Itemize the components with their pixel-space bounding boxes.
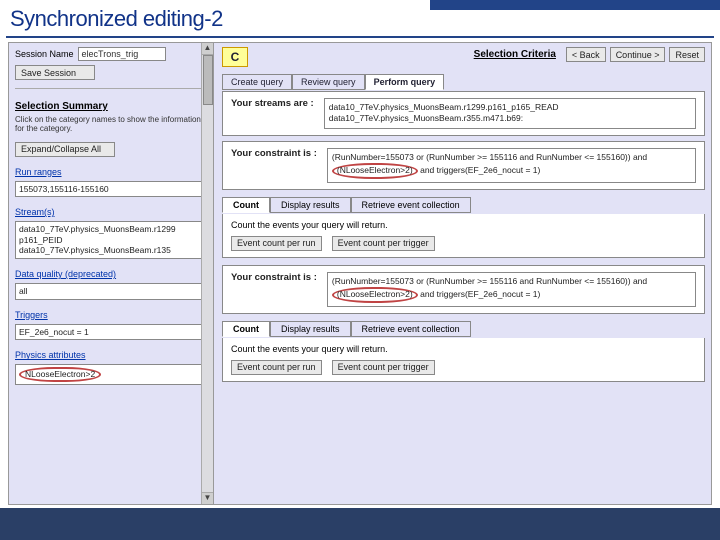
main-panel: C Selection Criteria < Back Continue > R… (214, 42, 712, 505)
physics-attr-value: NLooseElectron>2 (15, 364, 207, 385)
count-desc-1: Count the events your query will return. (231, 220, 696, 230)
sidebar-scrollbar[interactable]: ▲ ▼ (201, 43, 213, 504)
constraint2-highlight: (NLooseElectron>2) (332, 287, 418, 302)
subtab-count-2[interactable]: Count (222, 321, 270, 337)
cat-triggers[interactable]: Triggers (15, 310, 207, 320)
cat-physics-attr[interactable]: Physics attributes (15, 350, 207, 360)
result-tabs-2: Count Display results Retrieve event col… (222, 321, 705, 337)
cat-dq[interactable]: Data quality (deprecated) (15, 269, 207, 279)
scroll-thumb[interactable] (203, 55, 213, 105)
tab-review-query[interactable]: Review query (292, 74, 365, 90)
constraint2-label: Your constraint is : (231, 272, 317, 284)
subtab-retrieve-2[interactable]: Retrieve event collection (351, 321, 471, 337)
constraint1-a: (RunNumber=155073 or (RunNumber >= 15511… (332, 152, 647, 162)
run-ranges-value: 155073,155116-155160 (15, 181, 207, 198)
reset-button[interactable]: Reset (669, 47, 705, 62)
scroll-down-icon[interactable]: ▼ (202, 492, 213, 504)
dq-value: all (15, 283, 207, 300)
constraint1-highlight: (NLooseElectron>2) (332, 163, 418, 178)
subtab-display-1[interactable]: Display results (270, 197, 351, 213)
subtab-display-2[interactable]: Display results (270, 321, 351, 337)
title-rule (6, 36, 714, 38)
scroll-up-icon[interactable]: ▲ (202, 43, 213, 55)
physics-attr-highlight: NLooseElectron>2 (19, 367, 101, 382)
footer-bar (0, 508, 720, 540)
streams-value: data10_7TeV.physics_MuonsBeam.r1299 p161… (15, 221, 207, 259)
constraint1-b: and triggers(EF_2e6_nocut = 1) (420, 165, 540, 175)
stream-line-1: data10_7TeV.physics_MuonsBeam.r1299.p161… (329, 102, 691, 113)
result-tabs-1: Count Display results Retrieve event col… (222, 197, 705, 213)
selection-summary-sub: Click on the category names to show the … (15, 116, 207, 134)
constraint2-a: (RunNumber=155073 or (RunNumber >= 15511… (332, 276, 647, 286)
event-count-per-run-2[interactable]: Event count per run (231, 360, 322, 375)
subtab-retrieve-1[interactable]: Retrieve event collection (351, 197, 471, 213)
tab-create-query[interactable]: Create query (222, 74, 292, 90)
cat-run-ranges[interactable]: Run ranges (15, 167, 207, 177)
event-count-per-trigger-1[interactable]: Event count per trigger (332, 236, 435, 251)
stream-line-2: data10_7TeV.physics_MuonsBeam.r355.m471.… (329, 113, 691, 124)
cat-streams[interactable]: Stream(s) (15, 207, 207, 217)
constraint1-label: Your constraint is : (231, 148, 317, 160)
tab-perform-query[interactable]: Perform query (365, 74, 445, 90)
session-name-input[interactable]: elecTrons_trig (78, 47, 166, 61)
save-session-button[interactable]: Save Session (15, 65, 95, 80)
back-button[interactable]: < Back (566, 47, 606, 62)
sidebar: Session Name elecTrons_trig Save Session… (8, 42, 214, 505)
subtab-count-1[interactable]: Count (222, 197, 270, 213)
query-tabs: Create query Review query Perform query (222, 74, 705, 90)
badge-c: C (222, 47, 248, 67)
continue-button[interactable]: Continue > (610, 47, 666, 62)
constraint2-b: and triggers(EF_2e6_nocut = 1) (420, 289, 540, 299)
count-desc-2: Count the events your query will return. (231, 344, 696, 354)
selection-summary-title: Selection Summary (15, 101, 207, 112)
streams-label: Your streams are : (231, 98, 314, 110)
triggers-value: EF_2e6_nocut = 1 (15, 324, 207, 341)
page-title: Synchronized editing-2 (0, 0, 720, 40)
event-count-per-run-1[interactable]: Event count per run (231, 236, 322, 251)
event-count-per-trigger-2[interactable]: Event count per trigger (332, 360, 435, 375)
expand-collapse-button[interactable]: Expand/Collapse All (15, 142, 115, 157)
selection-criteria-title: Selection Criteria (474, 49, 556, 60)
session-name-label: Session Name (15, 49, 74, 59)
app-frame: Session Name elecTrons_trig Save Session… (8, 42, 712, 505)
